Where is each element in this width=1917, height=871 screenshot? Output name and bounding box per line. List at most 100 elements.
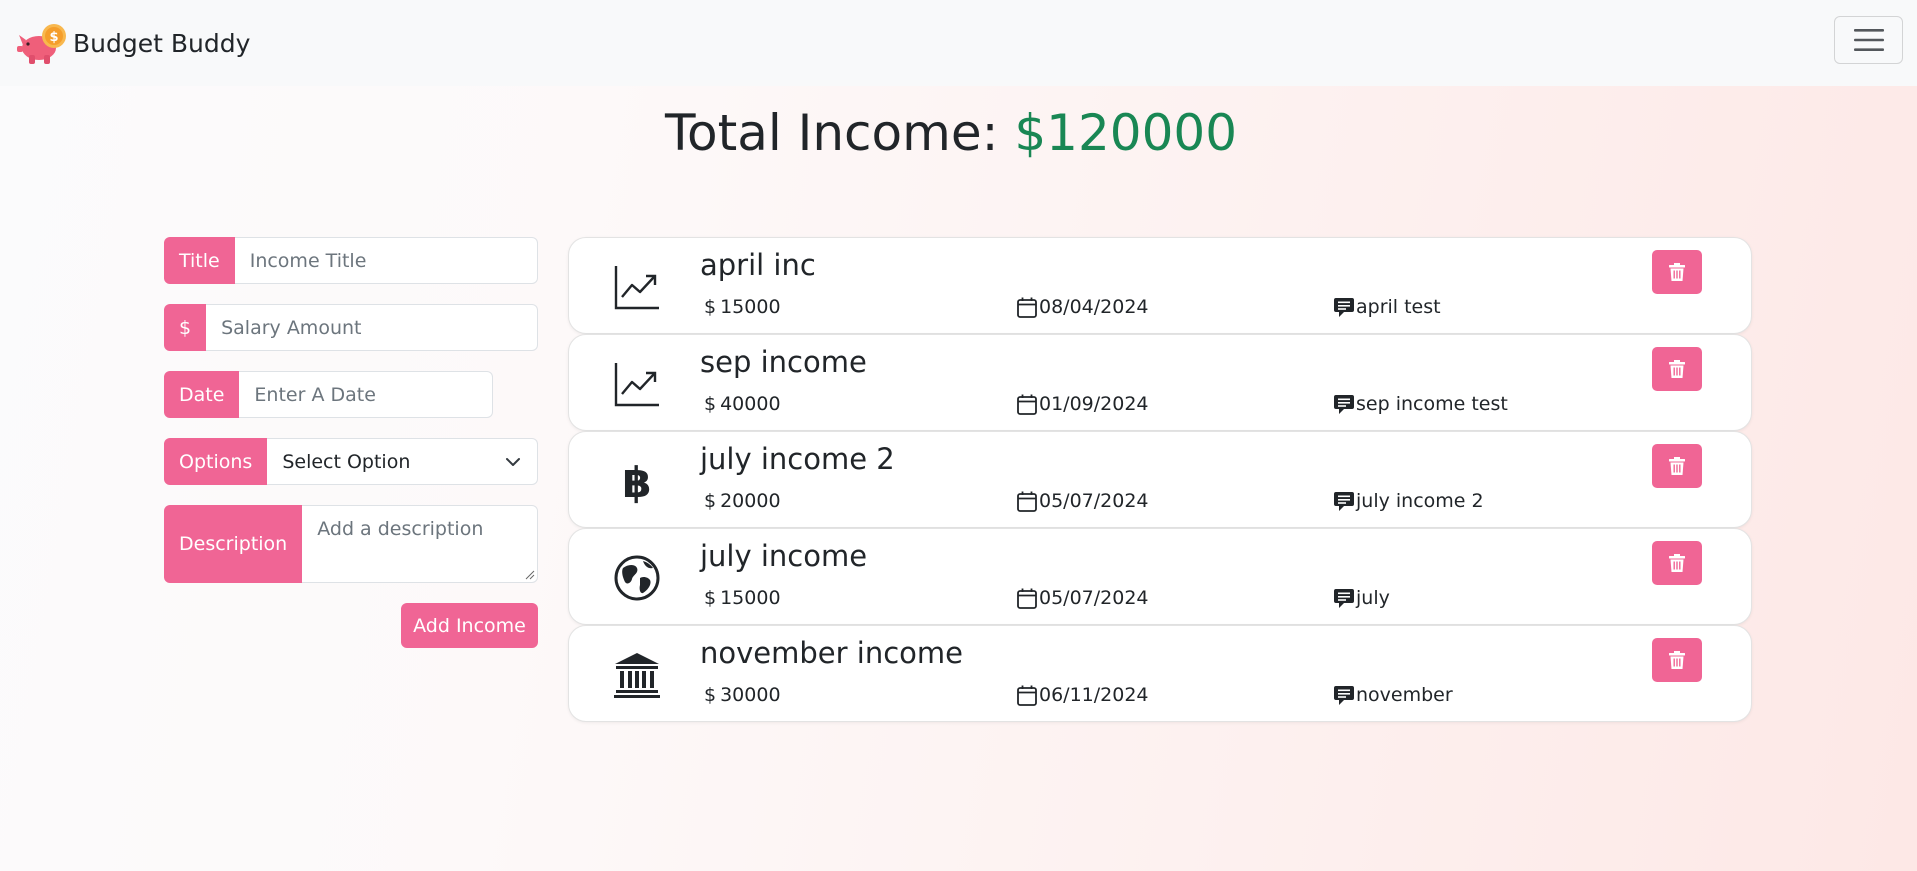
title-label: Title (164, 237, 235, 284)
delete-income-button[interactable] (1652, 638, 1702, 682)
delete-income-button[interactable] (1652, 250, 1702, 294)
add-income-button[interactable]: Add Income (401, 603, 538, 648)
date-label: Date (164, 371, 240, 418)
calendar-icon (1017, 297, 1037, 318)
income-amount: $ 15000 (704, 296, 781, 318)
income-item: ฿ july income 2 $ 20000 05/07/2024 july … (568, 431, 1752, 528)
income-note: july income 2 (1334, 490, 1484, 512)
dollar-icon: $ (704, 684, 717, 706)
income-amount: $ 40000 (704, 393, 781, 415)
resize-handle-icon[interactable] (523, 568, 535, 580)
dollar-icon: $ (704, 587, 717, 609)
income-note: july (1334, 587, 1390, 609)
income-date-value: 05/07/2024 (1039, 587, 1149, 609)
income-amount: $ 30000 (704, 684, 781, 706)
delete-income-button[interactable] (1652, 444, 1702, 488)
trash-icon (1669, 360, 1685, 378)
navbar: $ Budget Buddy (0, 0, 1917, 86)
income-item: november income $ 30000 06/11/2024 novem… (568, 625, 1752, 722)
dollar-icon: $ (704, 490, 717, 512)
description-placeholder: Add a description (317, 518, 484, 540)
dollar-icon: $ (704, 296, 717, 318)
income-note-value: april test (1356, 296, 1441, 318)
income-date-value: 08/04/2024 (1039, 296, 1149, 318)
income-item: july income $ 15000 05/07/2024 july (568, 528, 1752, 625)
income-title: july income 2 (700, 442, 895, 476)
salary-amount-input[interactable]: Salary Amount (206, 304, 538, 351)
hamburger-menu-icon (1853, 29, 1884, 51)
comment-icon (1334, 685, 1354, 705)
options-label: Options (164, 438, 268, 485)
title-input[interactable]: Income Title (234, 237, 538, 284)
trash-icon (1669, 554, 1685, 572)
income-list: april inc $ 15000 08/04/2024 april test … (568, 237, 1752, 722)
description-textarea[interactable]: Add a description (302, 505, 538, 583)
calendar-icon (1017, 394, 1037, 415)
income-date: 05/07/2024 (1017, 490, 1149, 512)
income-note-value: july income 2 (1356, 490, 1484, 512)
add-income-form: Title Income Title $ Salary Amount Date … (164, 237, 538, 648)
income-note: sep income test (1334, 393, 1508, 415)
income-amount-value: 15000 (720, 587, 781, 609)
delete-income-button[interactable] (1652, 541, 1702, 585)
income-date-value: 06/11/2024 (1039, 684, 1149, 706)
date-input[interactable]: Enter A Date (239, 371, 493, 418)
calendar-icon (1017, 685, 1037, 706)
income-note: november (1334, 684, 1453, 706)
title-input-group: Title Income Title (164, 237, 538, 284)
total-income-heading: Total Income: $120000 (0, 104, 1917, 162)
income-note-value: sep income test (1356, 393, 1508, 415)
income-amount: $ 20000 (704, 490, 781, 512)
trash-icon (1669, 263, 1685, 281)
delete-income-button[interactable] (1652, 347, 1702, 391)
income-amount-value: 40000 (720, 393, 781, 415)
income-note-value: july (1356, 587, 1390, 609)
options-input-group: Options Select Option (164, 438, 538, 485)
income-date-value: 01/09/2024 (1039, 393, 1149, 415)
description-label: Description (164, 505, 303, 583)
income-title: november income (700, 636, 963, 670)
dollar-icon: $ (704, 393, 717, 415)
income-date: 06/11/2024 (1017, 684, 1149, 706)
income-date: 05/07/2024 (1017, 587, 1149, 609)
bank-icon (614, 653, 660, 698)
trash-icon (1669, 457, 1685, 475)
options-select[interactable]: Select Option (267, 438, 538, 485)
date-input-group: Date Enter A Date (164, 371, 493, 418)
income-note-value: november (1356, 684, 1453, 706)
income-amount: $ 15000 (704, 587, 781, 609)
income-amount-value: 30000 (720, 684, 781, 706)
brand-name: Budget Buddy (73, 28, 251, 58)
options-select-value: Select Option (282, 450, 411, 473)
total-income-amount: $120000 (1014, 104, 1238, 162)
svg-text:฿: ฿ (622, 458, 651, 505)
amount-label: $ (164, 304, 207, 351)
navbar-toggler-button[interactable] (1834, 16, 1903, 64)
comment-icon (1334, 297, 1354, 317)
comment-icon (1334, 588, 1354, 608)
income-date: 01/09/2024 (1017, 393, 1149, 415)
trash-icon (1669, 651, 1685, 669)
income-title: july income (700, 539, 868, 573)
brand-link[interactable]: $ Budget Buddy (17, 21, 250, 65)
income-item: april inc $ 15000 08/04/2024 april test (568, 237, 1752, 334)
comment-icon (1334, 491, 1354, 511)
income-title: sep income (700, 345, 867, 379)
income-amount-value: 20000 (720, 490, 781, 512)
bitcoin-icon: ฿ (622, 458, 651, 505)
calendar-icon (1017, 588, 1037, 609)
svg-text:$: $ (49, 30, 58, 45)
income-title: april inc (700, 248, 816, 282)
income-note: april test (1334, 296, 1441, 318)
income-date-value: 05/07/2024 (1039, 490, 1149, 512)
chart-line-up-icon (614, 266, 659, 310)
chart-line-up-icon (614, 363, 659, 407)
amount-input-group: $ Salary Amount (164, 304, 538, 351)
comment-icon (1334, 394, 1354, 414)
income-item: sep income $ 40000 01/09/2024 sep income… (568, 334, 1752, 431)
income-date: 08/04/2024 (1017, 296, 1149, 318)
description-input-group: Description Add a description (164, 505, 538, 583)
piggy-bank-coin-icon: $ (17, 24, 66, 64)
income-amount-value: 15000 (720, 296, 781, 318)
chevron-down-icon (506, 457, 520, 466)
